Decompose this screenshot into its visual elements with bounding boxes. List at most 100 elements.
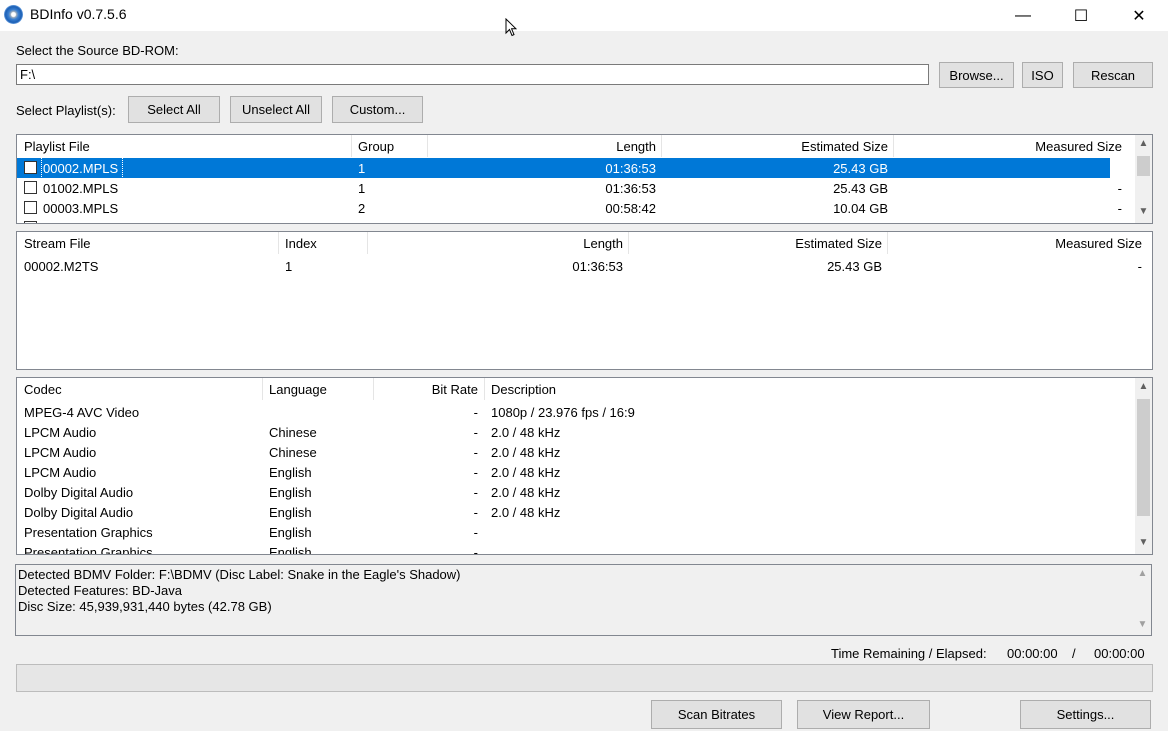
stream-file: 00002.M2TS — [24, 258, 99, 274]
codec-description: 2.0 / 48 kHz — [491, 504, 561, 520]
playlist-length: 01:36:53 — [605, 180, 656, 196]
column-header-measured-size[interactable]: Measured Size — [887, 232, 1142, 254]
codec-bit-rate: - — [473, 424, 478, 440]
playlist-checkbox[interactable] — [24, 221, 37, 223]
codec-description: 2.0 / 48 kHz — [491, 444, 561, 460]
codec-description: 2.0 / 48 kHz — [491, 484, 561, 500]
scroll-down-icon[interactable]: ▼ — [1134, 616, 1151, 633]
codec-bit-rate: - — [473, 464, 478, 480]
disc-info-textbox[interactable]: Detected BDMV Folder: F:\BDMV (Disc Labe… — [15, 564, 1152, 636]
mouse-cursor-icon — [505, 18, 517, 37]
codec-row[interactable]: LPCM Audio Chinese -2.0 / 48 kHz — [17, 442, 1127, 462]
playlist-length: 01:36:53 — [605, 160, 656, 176]
stream-index: 1 — [285, 258, 293, 274]
playlist-row[interactable]: 00003.MPLS 2 00:58:42 10.04 GB - — [17, 198, 1122, 218]
scroll-down-icon[interactable]: ▼ — [1135, 203, 1152, 220]
codec-row[interactable]: Dolby Digital Audio English -2.0 / 48 kHz — [17, 502, 1127, 522]
playlist-row[interactable]: 00002.MPLS 1 01:36:53 25.43 GB - — [17, 157, 1122, 179]
codec-row[interactable]: Presentation Graphics English - — [17, 522, 1127, 542]
codec-language: Chinese — [269, 444, 317, 460]
iso-button[interactable]: ISO — [1022, 62, 1063, 88]
playlist-file: 01002.MPLS — [43, 180, 119, 196]
playlist-group: 2 — [358, 200, 366, 216]
unselect-all-button[interactable]: Unselect All — [230, 96, 322, 123]
scan-progress-bar — [16, 664, 1153, 692]
column-header-index[interactable]: Index — [285, 232, 317, 254]
codec-name: Dolby Digital Audio — [24, 484, 134, 500]
column-header-length[interactable]: Length — [427, 135, 656, 157]
info-line: Detected BDMV Folder: F:\BDMV (Disc Labe… — [18, 567, 461, 582]
codec-language: English — [269, 464, 312, 480]
stream-estimated-size: 25.43 GB — [827, 258, 882, 274]
codec-description: 2.0 / 48 kHz — [491, 464, 561, 480]
stream-list[interactable]: Stream File Index Length Estimated Size … — [16, 231, 1153, 370]
info-scrollbar[interactable]: ▲ ▼ — [1134, 565, 1151, 635]
column-header-playlist-file[interactable]: Playlist File — [24, 135, 90, 157]
maximize-icon: ☐ — [1073, 7, 1089, 25]
playlist-checkbox[interactable] — [24, 201, 37, 214]
codec-bit-rate: - — [473, 484, 478, 500]
scan-bitrates-button[interactable]: Scan Bitrates — [651, 700, 782, 729]
select-all-button[interactable]: Select All — [128, 96, 220, 123]
codec-language: English — [269, 524, 312, 540]
column-header-description[interactable]: Description — [491, 378, 556, 400]
rescan-button[interactable]: Rescan — [1073, 62, 1153, 88]
stream-measured-size: - — [1137, 258, 1142, 274]
codec-name: MPEG-4 AVC Video — [24, 404, 140, 420]
playlist-measured-size: - — [1117, 180, 1122, 196]
column-header-bit-rate[interactable]: Bit Rate — [373, 378, 478, 400]
codec-row[interactable]: Dolby Digital Audio English -2.0 / 48 kHz — [17, 482, 1127, 502]
column-header-language[interactable]: Language — [269, 378, 327, 400]
column-header-codec[interactable]: Codec — [24, 378, 62, 400]
playlist-scrollbar[interactable]: ▲ ▼ — [1135, 135, 1152, 223]
scroll-down-icon[interactable]: ▼ — [1135, 534, 1152, 551]
stream-row[interactable]: 00002.M2TS 1 01:36:53 25.43 GB - — [17, 256, 1152, 276]
codec-scrollbar[interactable]: ▲ ▼ — [1135, 378, 1152, 554]
time-elapsed: 00:00:00 — [1094, 646, 1145, 661]
codec-name: LPCM Audio — [24, 464, 97, 480]
playlist-file: 00002.MPLS — [41, 157, 123, 179]
maximize-button[interactable]: ☐ — [1052, 0, 1110, 31]
scroll-up-icon[interactable]: ▲ — [1135, 378, 1152, 395]
codec-language: English — [269, 484, 312, 500]
codec-row[interactable]: LPCM Audio Chinese -2.0 / 48 kHz — [17, 422, 1127, 442]
column-header-group[interactable]: Group — [358, 135, 394, 157]
scroll-up-icon[interactable]: ▲ — [1134, 565, 1151, 582]
minimize-button[interactable]: — — [994, 0, 1052, 31]
codec-bit-rate: - — [473, 544, 478, 555]
close-button[interactable]: ✕ — [1110, 0, 1168, 31]
codec-bit-rate: - — [473, 504, 478, 520]
playlist-list[interactable]: Playlist File Group Length Estimated Siz… — [16, 134, 1153, 224]
time-remaining: 00:00:00 — [1007, 646, 1058, 661]
info-line: Disc Size: 45,939,931,440 bytes (42.78 G… — [18, 599, 272, 614]
window-title: BDInfo v0.7.5.6 — [30, 6, 127, 22]
column-header-estimated-size[interactable]: Estimated Size — [628, 232, 882, 254]
info-line: Detected Features: BD-Java — [18, 583, 183, 598]
codec-language: English — [269, 504, 312, 520]
custom-button[interactable]: Custom... — [332, 96, 423, 123]
column-header-length[interactable]: Length — [367, 232, 623, 254]
codec-row[interactable]: MPEG-4 AVC Video -1080p / 23.976 fps / 16… — [17, 402, 1127, 422]
codec-list[interactable]: Codec Language Bit Rate Description MPEG… — [16, 377, 1153, 555]
source-path-input[interactable]: F:\ — [16, 64, 929, 85]
codec-language: Chinese — [269, 424, 317, 440]
scroll-thumb[interactable] — [1137, 399, 1150, 516]
codec-name: Presentation Graphics — [24, 544, 153, 555]
settings-button[interactable]: Settings... — [1020, 700, 1151, 729]
codec-language: English — [269, 544, 312, 555]
column-header-estimated-size[interactable]: Estimated Size — [661, 135, 888, 157]
view-report-button[interactable]: View Report... — [797, 700, 930, 729]
column-header-stream-file[interactable]: Stream File — [24, 232, 90, 254]
browse-button[interactable]: Browse... — [939, 62, 1014, 88]
playlist-group: 1 — [358, 180, 366, 196]
playlist-row[interactable]: 01002.MPLS 1 01:36:53 25.43 GB - — [17, 178, 1122, 198]
codec-row[interactable]: Presentation Graphics English - — [17, 542, 1127, 555]
scroll-up-icon[interactable]: ▲ — [1135, 135, 1152, 152]
playlist-checkbox[interactable] — [24, 161, 37, 174]
codec-bit-rate: - — [473, 404, 478, 420]
column-header-measured-size[interactable]: Measured Size — [893, 135, 1122, 157]
codec-row[interactable]: LPCM Audio English -2.0 / 48 kHz — [17, 462, 1127, 482]
scroll-thumb[interactable] — [1137, 156, 1150, 176]
disc-icon — [4, 5, 23, 24]
playlist-checkbox[interactable] — [24, 181, 37, 194]
